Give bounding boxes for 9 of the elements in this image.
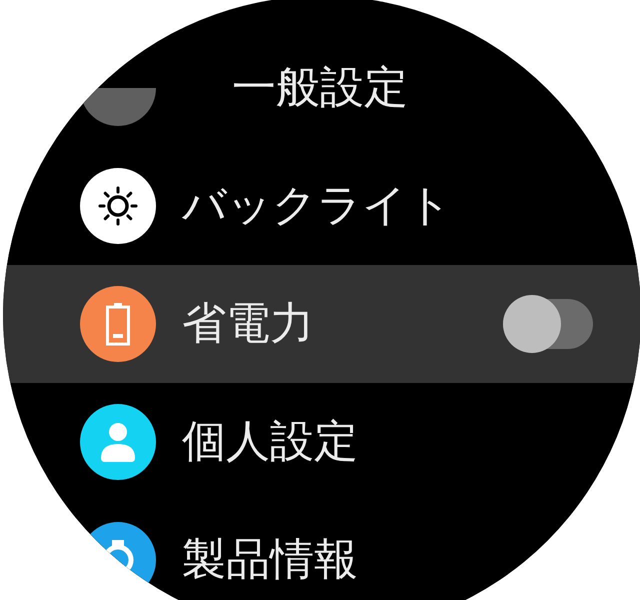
sun-icon xyxy=(96,184,140,228)
battery-icon xyxy=(105,302,131,346)
menu-item[interactable]: 省電力 xyxy=(3,265,640,383)
item-label: 個人設定 xyxy=(182,420,358,464)
item-label: バックライト xyxy=(182,184,452,228)
item-label: 一般設定 xyxy=(232,66,408,110)
item-label: 省電力 xyxy=(182,302,314,346)
item-label: 製品情報 xyxy=(182,538,358,582)
person-icon xyxy=(98,420,138,464)
